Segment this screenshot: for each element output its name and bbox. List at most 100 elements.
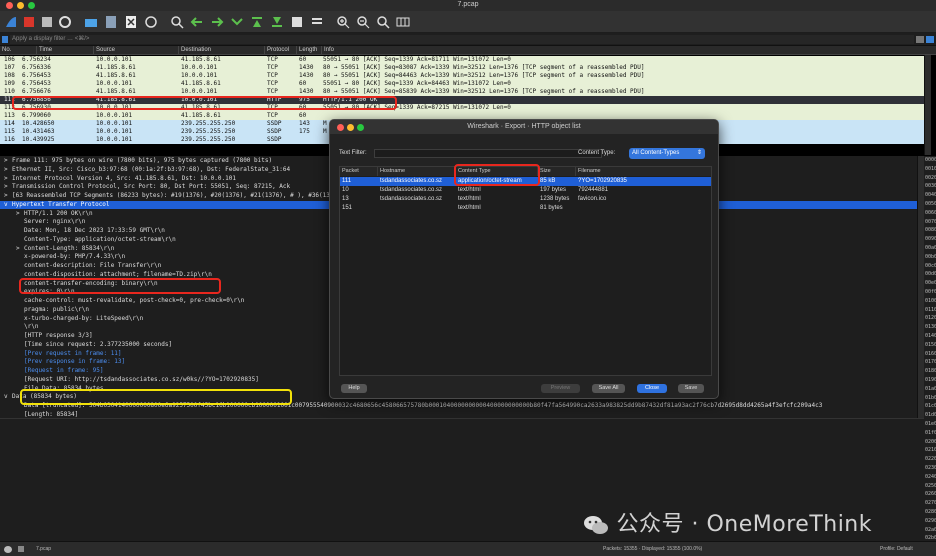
close-file-icon[interactable] [124, 15, 138, 29]
last-packet-icon[interactable] [270, 15, 284, 29]
zoom-in-icon[interactable] [336, 15, 350, 29]
column-destination[interactable]: Destination [178, 46, 264, 55]
close-button[interactable]: Close [637, 384, 667, 393]
packet-list-scrollbar[interactable] [924, 55, 931, 155]
detail-tree-line[interactable]: > Internet Protocol Version 4, Src: 41.18… [0, 175, 236, 183]
go-back-icon[interactable] [190, 15, 204, 29]
http-object-row[interactable]: 10 tsdandassociates.co.sz text/html 197 byt… [340, 186, 711, 195]
detail-tree-line[interactable]: [HTTP response 3/3] [0, 332, 93, 340]
expand-arrow-icon[interactable]: > [4, 183, 12, 191]
detail-tree-line[interactable]: [Time since request: 2.377235000 seconds… [0, 341, 172, 349]
text-filter-input[interactable] [374, 149, 602, 158]
expand-arrow-icon[interactable]: v [4, 201, 12, 209]
detail-tree-line[interactable]: [Prev request in frame: 11] [0, 350, 122, 358]
packet-row[interactable]: 109 6.756453 10.0.0.101 41.185.8.61 TCP 60 550… [0, 80, 924, 88]
reload-icon[interactable] [144, 15, 158, 29]
expand-arrow-icon[interactable]: > [4, 192, 12, 200]
detail-tree-line[interactable]: content-description: File Transfer\r\n [0, 262, 161, 270]
bookmark-icon[interactable] [2, 36, 8, 43]
detail-tree-line[interactable]: cache-control: must-revalidate, post-che… [0, 297, 244, 305]
col-hostname[interactable]: Hostname [378, 167, 456, 176]
byte-offset: 0040 [925, 192, 936, 199]
col-filename[interactable]: Filename [576, 167, 711, 176]
column-source[interactable]: Source [93, 46, 178, 55]
content-type-select[interactable]: All Content-Types ⇕ [629, 148, 705, 159]
save-button[interactable]: Save [678, 384, 704, 393]
http-object-row[interactable]: 13 tsdandassociates.co.sz text/html 1238 by… [340, 195, 711, 204]
display-filter-input[interactable]: Apply a display filter … <⌘/> [10, 35, 914, 44]
byte-offset: 01f0 [925, 429, 936, 436]
packet-cell-time: 10.431463 [22, 128, 55, 135]
detail-tree-line[interactable]: > Content-Length: 85834\r\n [0, 245, 114, 253]
text-filter-label: Text Filter: [339, 150, 367, 156]
col-packet[interactable]: Packet [340, 167, 378, 176]
apply-filter-icon[interactable] [926, 36, 934, 43]
help-button[interactable]: Help [341, 384, 367, 393]
detail-line-text: [Prev request in frame: 11] [24, 349, 122, 357]
detail-tree-line[interactable]: Content-Type: application/octet-stream\r… [0, 236, 176, 244]
column-protocol[interactable]: Protocol [264, 46, 296, 55]
expand-arrow-icon[interactable]: > [16, 210, 24, 218]
detail-tree-line[interactable]: \r\n [0, 323, 38, 331]
find-packet-icon[interactable] [170, 15, 184, 29]
packet-row[interactable]: 110 6.756676 41.185.8.61 10.0.0.101 TCP 1430 8… [0, 88, 924, 96]
comment-icon[interactable] [18, 546, 24, 552]
start-capture-icon[interactable] [4, 15, 18, 29]
resize-columns-icon[interactable] [396, 15, 410, 29]
packet-row[interactable]: 107 6.756336 41.185.8.61 10.0.0.101 TCP 1430 8… [0, 64, 924, 72]
column-time[interactable]: Time [36, 46, 93, 55]
detail-tree-line[interactable]: > Transmission Control Protocol, Src Port… [0, 183, 290, 191]
byte-offset: 00e0 [925, 280, 936, 287]
detail-tree-line[interactable]: [Request in frame: 95] [0, 367, 103, 375]
dialog-zoom-dot[interactable] [357, 124, 364, 131]
expand-arrow-icon[interactable]: v [4, 393, 12, 401]
expand-arrow-icon[interactable]: > [4, 175, 12, 183]
byte-offset: 0210 [925, 447, 936, 454]
expand-arrow-icon[interactable]: > [4, 166, 12, 174]
first-packet-icon[interactable] [250, 15, 264, 29]
byte-offset: 0280 [925, 509, 936, 515]
restart-capture-icon[interactable] [40, 15, 54, 29]
col-size[interactable]: Size [538, 167, 576, 176]
detail-tree-line[interactable]: Date: Mon, 18 Dec 2023 17:33:59 GMT\r\n [0, 227, 165, 235]
column-no[interactable]: No. [0, 46, 36, 55]
packet-row[interactable]: 106 6.756234 10.0.0.101 41.185.8.61 TCP 60 550… [0, 56, 924, 64]
packet-cell-info: 55051 → 80 [ACK] Seq=1339 Ack=81711 Win=… [323, 56, 511, 63]
detail-tree-line[interactable]: > Frame 111: 975 bytes on wire (7800 bits… [0, 157, 272, 165]
http-object-row[interactable]: 151 text/html 81 bytes [340, 204, 711, 213]
detail-tree-line[interactable]: [Length: 85834] [0, 411, 78, 418]
annotation-request-uri [20, 389, 292, 405]
detail-tree-line[interactable]: [Prev response in frame: 13] [0, 358, 125, 366]
stop-capture-icon[interactable] [22, 15, 36, 29]
detail-tree-line[interactable]: > HTTP/1.1 200 OK\r\n [0, 210, 93, 218]
save-all-button[interactable]: Save All [592, 384, 625, 393]
packet-row[interactable]: 108 6.756453 41.185.8.61 10.0.0.101 TCP 1430 8… [0, 72, 924, 80]
detail-tree-line[interactable]: x-turbo-charged-by: LiteSpeed\r\n [0, 315, 143, 323]
preview-button[interactable]: Preview [541, 384, 580, 393]
detail-tree-line[interactable]: pragma: public\r\n [0, 306, 89, 314]
expand-arrow-icon[interactable]: > [4, 157, 12, 165]
detail-tree-line[interactable]: Server: nginx\r\n [0, 218, 85, 226]
capture-options-icon[interactable] [58, 15, 72, 29]
dialog-title: Wireshark · Export · HTTP object list [330, 120, 718, 134]
detail-tree-line[interactable]: [Request URI: http://tsdandassociates.co… [0, 376, 259, 384]
details-scrollbar[interactable] [917, 156, 924, 418]
detail-tree-line[interactable]: > Ethernet II, Src: Cisco_b3:97:68 (00:1a… [0, 166, 290, 174]
zoom-out-icon[interactable] [356, 15, 370, 29]
column-length[interactable]: Length [296, 46, 321, 55]
expand-arrow-icon[interactable]: > [16, 245, 24, 253]
colorize-icon[interactable] [310, 15, 324, 29]
detail-tree-line[interactable]: x-powered-by: PHP/7.4.33\r\n [0, 253, 125, 261]
column-info[interactable]: Info [321, 46, 924, 55]
clear-filter-icon[interactable] [916, 36, 924, 43]
go-to-packet-icon[interactable] [230, 15, 244, 29]
packet-cell-src: 41.185.8.61 [96, 64, 136, 71]
normal-size-icon[interactable] [376, 15, 390, 29]
autoscroll-icon[interactable] [290, 15, 304, 29]
status-profile[interactable]: Profile: Default [880, 546, 913, 552]
save-file-icon[interactable] [104, 15, 118, 29]
dialog-minimize-dot[interactable] [347, 124, 354, 131]
go-forward-icon[interactable] [210, 15, 224, 29]
dialog-close-dot[interactable] [337, 124, 344, 131]
open-file-icon[interactable] [84, 15, 98, 29]
